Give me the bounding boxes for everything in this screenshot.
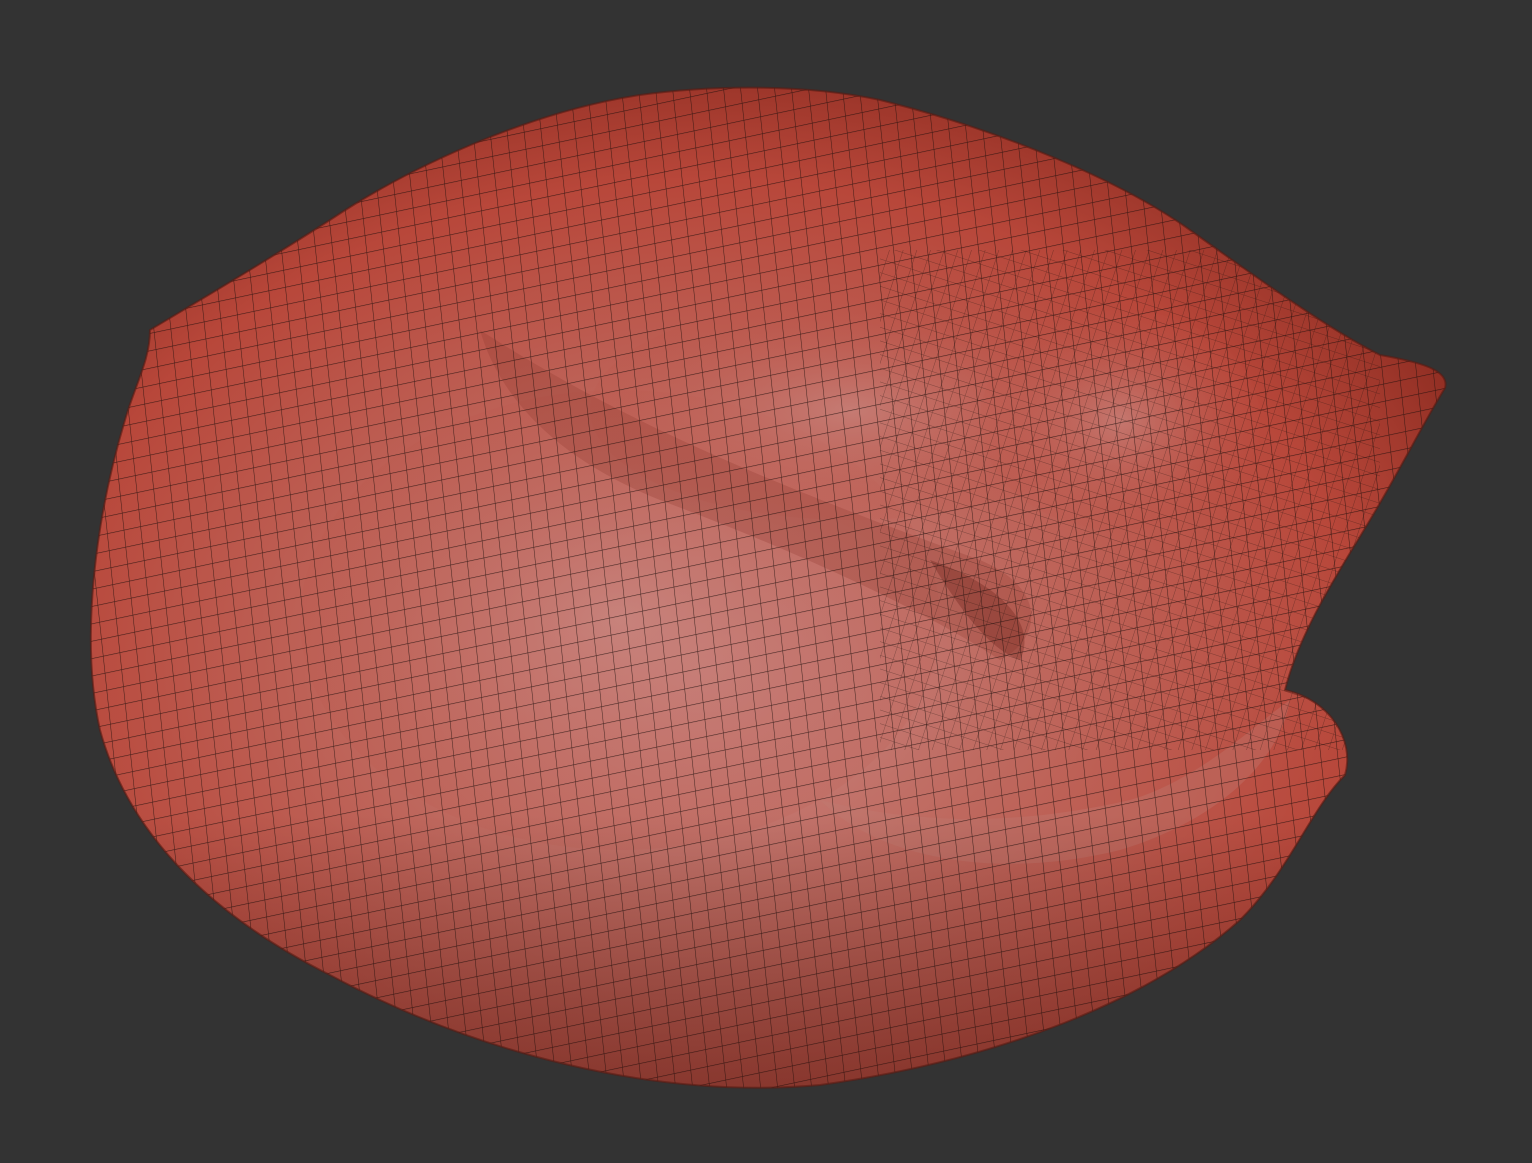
viewport-canvas[interactable] — [0, 0, 1532, 1163]
3d-viewport[interactable] — [0, 0, 1532, 1163]
